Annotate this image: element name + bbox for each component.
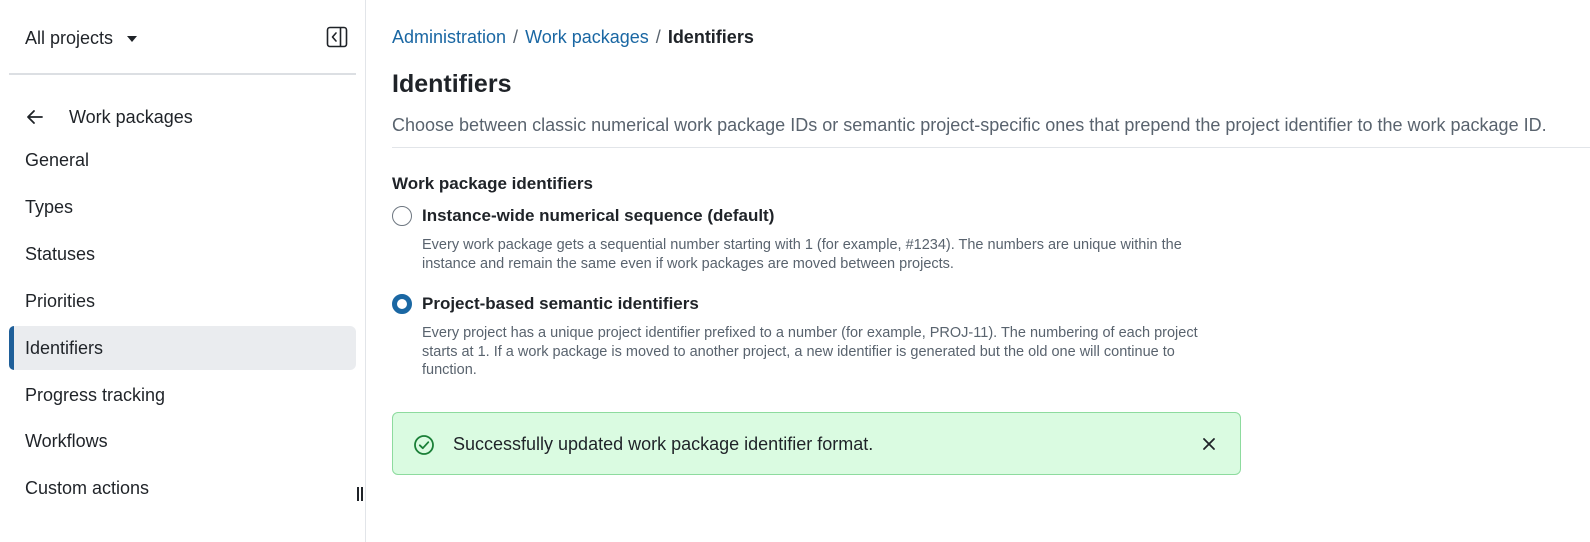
project-selector[interactable]: All projects (25, 25, 138, 51)
flash-message: Successfully updated work package identi… (453, 434, 874, 454)
breadcrumb-current: Identifiers (667, 27, 754, 47)
back-title: Work packages (69, 106, 193, 127)
sidebar-item-workflows[interactable]: Workflows (9, 419, 356, 463)
sidebar-item-label: Workflows (25, 430, 108, 451)
breadcrumb: Administration / Work packages / Identif… (392, 27, 754, 48)
sidebar-item-label: General (25, 149, 90, 170)
sidebar-item-general[interactable]: General (9, 138, 356, 182)
success-flash: Successfully updated work package identi… (392, 412, 1241, 475)
radio-caption: Every project has a unique project ident… (422, 325, 1198, 378)
collapse-sidebar-icon[interactable] (326, 26, 348, 48)
radio-semantic-identifiers[interactable] (392, 294, 412, 314)
sidebar-item-priorities[interactable]: Priorities (9, 279, 356, 323)
radio-label: Project-based semantic identifiers (422, 294, 699, 313)
project-bar: All projects (9, 0, 356, 75)
main-content: Administration / Work packages / Identif… (392, 0, 1590, 542)
radio-label: Instance-wide numerical sequence (defaul… (422, 206, 775, 225)
sidebar: All projects Work packages General Types… (0, 0, 366, 542)
close-icon[interactable] (1200, 435, 1218, 453)
check-circle-icon (414, 435, 434, 455)
sidebar-item-label: Priorities (25, 290, 96, 311)
identifiers-section-label: Work package identifiers (392, 174, 593, 193)
sidebar-item-custom-actions[interactable]: Custom actions (9, 466, 356, 510)
breadcrumb-work-packages[interactable]: Work packages (525, 27, 649, 48)
option-numerical-sequence[interactable]: Instance-wide numerical sequence (defaul… (392, 206, 774, 226)
sidebar-resize-handle[interactable] (357, 487, 363, 501)
page-description: Choose between classic numerical work pa… (392, 115, 1547, 135)
arrow-left-icon[interactable] (25, 107, 45, 127)
sidebar-item-types[interactable]: Types (9, 185, 356, 229)
option-semantic-identifiers[interactable]: Project-based semantic identifiers (392, 294, 699, 314)
breadcrumb-separator: / (513, 27, 519, 47)
sidebar-item-label: Identifiers (25, 337, 104, 358)
sidebar-item-progress-tracking[interactable]: Progress tracking (9, 373, 356, 417)
page-title: Identifiers (392, 70, 512, 98)
caret-down-icon (127, 36, 138, 42)
breadcrumb-administration[interactable]: Administration (392, 27, 506, 48)
sidebar-item-label: Custom actions (25, 477, 150, 498)
sidebar-item-identifiers[interactable]: Identifiers (9, 326, 356, 370)
project-selector-label: All projects (25, 27, 114, 48)
sidebar-item-label: Progress tracking (25, 384, 166, 405)
radio-numerical-sequence[interactable] (392, 206, 412, 226)
breadcrumb-separator: / (655, 27, 661, 47)
divider (392, 147, 1590, 148)
sidebar-item-statuses[interactable]: Statuses (9, 232, 356, 276)
sidebar-item-label: Types (25, 196, 74, 217)
radio-caption: Every work package gets a sequential num… (422, 237, 1182, 272)
back-to-work-packages[interactable]: Work packages (25, 104, 193, 130)
sidebar-item-label: Statuses (25, 243, 96, 264)
